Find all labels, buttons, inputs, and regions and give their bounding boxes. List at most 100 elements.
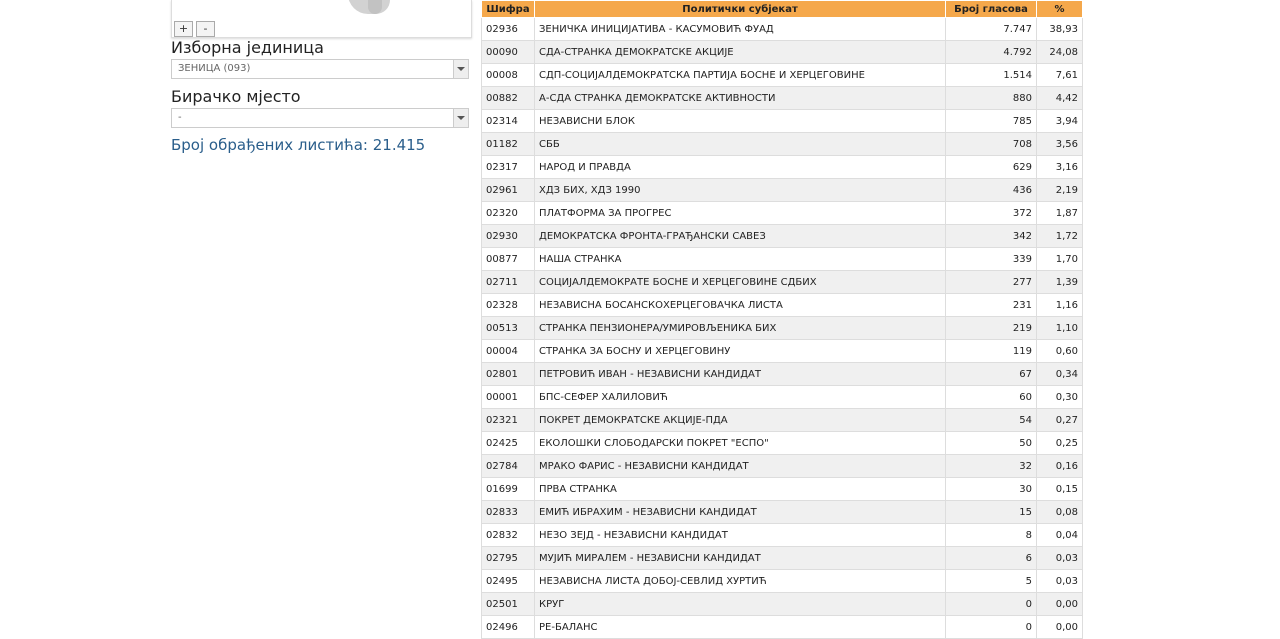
cell-percent: 2,19: [1036, 178, 1083, 202]
column-header-votes[interactable]: Број гласова: [945, 0, 1037, 18]
cell-votes: 277: [945, 270, 1037, 294]
cell-code: 02832: [481, 523, 535, 547]
table-row: 00882 А-СДА СТРАНКА ДЕМОКРАТСКЕ АКТИВНОСТ…: [481, 86, 1083, 110]
cell-party: МРАКО ФАРИС - НЕЗАВИСНИ КАНДИДАТ: [534, 454, 946, 478]
cell-percent: 0,03: [1036, 569, 1083, 593]
results-table: Шифра Политички субјекат Број гласова % …: [481, 0, 1083, 639]
cell-party: СТРАНКА ПЕНЗИОНЕРА/УМИРОВЉЕНИКА БИХ: [534, 316, 946, 340]
cell-party: ДЕМОКРАТСКА ФРОНТА-ГРАЂАНСКИ САВЕЗ: [534, 224, 946, 248]
cell-votes: 15: [945, 500, 1037, 524]
cell-party: ХДЗ БИХ, ХДЗ 1990: [534, 178, 946, 202]
results-header-row: Шифра Политички субјекат Број гласова %: [481, 0, 1083, 18]
cell-code: 00882: [481, 86, 535, 110]
zoom-out-button[interactable]: -: [196, 21, 215, 37]
cell-party: СТРАНКА ЗА БОСНУ И ХЕРЦЕГОВИНУ: [534, 339, 946, 363]
processed-ballots-summary: Број обрађених листића: 21.415: [171, 136, 426, 154]
cell-code: 00513: [481, 316, 535, 340]
column-header-code[interactable]: Шифра: [481, 0, 535, 18]
cell-percent: 0,03: [1036, 546, 1083, 570]
cell-percent: 0,34: [1036, 362, 1083, 386]
table-row: 00877 НАША СТРАНКА 339 1,70: [481, 247, 1083, 271]
cell-code: 00877: [481, 247, 535, 271]
cell-percent: 0,16: [1036, 454, 1083, 478]
electoral-unit-select[interactable]: ЗЕНИЦА (093): [171, 59, 469, 79]
column-header-percent[interactable]: %: [1036, 0, 1083, 18]
cell-votes: 4.792: [945, 40, 1037, 64]
cell-percent: 0,08: [1036, 500, 1083, 524]
cell-votes: 785: [945, 109, 1037, 133]
table-row: 01182 СББ 708 3,56: [481, 132, 1083, 156]
cell-votes: 231: [945, 293, 1037, 317]
zoom-in-button[interactable]: +: [174, 21, 193, 37]
cell-percent: 0,00: [1036, 592, 1083, 616]
cell-code: 00001: [481, 385, 535, 409]
cell-percent: 1,72: [1036, 224, 1083, 248]
cell-votes: 342: [945, 224, 1037, 248]
cell-party: СДА-СТРАНКА ДЕМОКРАТСКЕ АКЦИЈЕ: [534, 40, 946, 64]
cell-code: 02495: [481, 569, 535, 593]
cell-code: 02320: [481, 201, 535, 225]
cell-code: 01699: [481, 477, 535, 501]
cell-percent: 0,25: [1036, 431, 1083, 455]
cell-code: 02711: [481, 270, 535, 294]
table-row: 02961 ХДЗ БИХ, ХДЗ 1990 436 2,19: [481, 178, 1083, 202]
table-row: 02711 СОЦИЈАЛДЕМОКРАТЕ БОСНЕ И ХЕРЦЕГОВИН…: [481, 270, 1083, 294]
cell-votes: 708: [945, 132, 1037, 156]
cell-party: ЗЕНИЧКА ИНИЦИЈАТИВА - КАСУМОВИЋ ФУАД: [534, 17, 946, 41]
cell-votes: 7.747: [945, 17, 1037, 41]
electoral-unit-label: Изборна јединица: [171, 38, 324, 57]
table-row: 02930 ДЕМОКРАТСКА ФРОНТА-ГРАЂАНСКИ САВЕЗ 3…: [481, 224, 1083, 248]
table-row: 02801 ПЕТРОВИЋ ИВАН - НЕЗАВИСНИ КАНДИДАТ 6…: [481, 362, 1083, 386]
table-row: 02328 НЕЗАВИСНА БОСАНСКОХЕРЦЕГОВАЧКА ЛИСТ…: [481, 293, 1083, 317]
cell-votes: 629: [945, 155, 1037, 179]
polling-station-select[interactable]: -: [171, 108, 469, 128]
cell-percent: 0,00: [1036, 615, 1083, 639]
table-row: 02501 КРУГ 0 0,00: [481, 592, 1083, 616]
cell-party: НАША СТРАНКА: [534, 247, 946, 271]
cell-code: 00008: [481, 63, 535, 87]
cell-party: МУЈИЋ МИРАЛЕМ - НЕЗАВИСНИ КАНДИДАТ: [534, 546, 946, 570]
cell-party: НАРОД И ПРАВДА: [534, 155, 946, 179]
table-row: 02321 ПОКРЕТ ДЕМОКРАТСКЕ АКЦИЈЕ-ПДА 54 0,27: [481, 408, 1083, 432]
cell-votes: 30: [945, 477, 1037, 501]
chevron-down-icon[interactable]: [453, 109, 468, 127]
cell-percent: 3,56: [1036, 132, 1083, 156]
table-row: 02495 НЕЗАВИСНА ЛИСТА ДОБОЈ-СЕВЛИД ХУРТИЋ…: [481, 569, 1083, 593]
left-panel: + - Изборна јединица ЗЕНИЦА (093) Бирачк…: [171, 0, 472, 154]
cell-votes: 67: [945, 362, 1037, 386]
cell-percent: 3,16: [1036, 155, 1083, 179]
cell-votes: 219: [945, 316, 1037, 340]
map-view[interactable]: + -: [171, 0, 472, 38]
cell-party: ПЕТРОВИЋ ИВАН - НЕЗАВИСНИ КАНДИДАТ: [534, 362, 946, 386]
cell-votes: 880: [945, 86, 1037, 110]
map-region-shape: [368, 0, 382, 14]
chevron-down-icon[interactable]: [453, 60, 468, 78]
cell-votes: 54: [945, 408, 1037, 432]
table-row: 02425 ЕКОЛОШКИ СЛОБОДАРСКИ ПОКРЕТ "ЕСПО" 5…: [481, 431, 1083, 455]
cell-percent: 1,10: [1036, 316, 1083, 340]
cell-votes: 50: [945, 431, 1037, 455]
table-row: 00008 СДП-СОЦИЈАЛДЕМОКРАТСКА ПАРТИЈА БОСН…: [481, 63, 1083, 87]
cell-code: 02328: [481, 293, 535, 317]
cell-code: 02501: [481, 592, 535, 616]
cell-code: 02321: [481, 408, 535, 432]
cell-votes: 0: [945, 592, 1037, 616]
cell-votes: 0: [945, 615, 1037, 639]
cell-code: 02496: [481, 615, 535, 639]
cell-votes: 436: [945, 178, 1037, 202]
cell-percent: 3,94: [1036, 109, 1083, 133]
table-row: 02784 МРАКО ФАРИС - НЕЗАВИСНИ КАНДИДАТ 32 0…: [481, 454, 1083, 478]
polling-station-label: Бирачко мјесто: [171, 87, 301, 106]
cell-code: 02961: [481, 178, 535, 202]
table-row: 02833 ЕМИЋ ИБРАХИМ - НЕЗАВИСНИ КАНДИДАТ 15…: [481, 500, 1083, 524]
cell-party: НЕЗАВИСНИ БЛОК: [534, 109, 946, 133]
column-header-party[interactable]: Политички субјекат: [534, 0, 946, 18]
cell-party: РЕ-БАЛАНС: [534, 615, 946, 639]
table-row: 01699 ПРВА СТРАНКА 30 0,15: [481, 477, 1083, 501]
cell-percent: 1,39: [1036, 270, 1083, 294]
cell-party: БПС-СЕФЕР ХАЛИЛОВИЋ: [534, 385, 946, 409]
table-row: 02314 НЕЗАВИСНИ БЛОК 785 3,94: [481, 109, 1083, 133]
cell-party: ЕКОЛОШКИ СЛОБОДАРСКИ ПОКРЕТ "ЕСПО": [534, 431, 946, 455]
cell-party: НЕЗО ЗЕЈД - НЕЗАВИСНИ КАНДИДАТ: [534, 523, 946, 547]
cell-party: ПОКРЕТ ДЕМОКРАТСКЕ АКЦИЈЕ-ПДА: [534, 408, 946, 432]
